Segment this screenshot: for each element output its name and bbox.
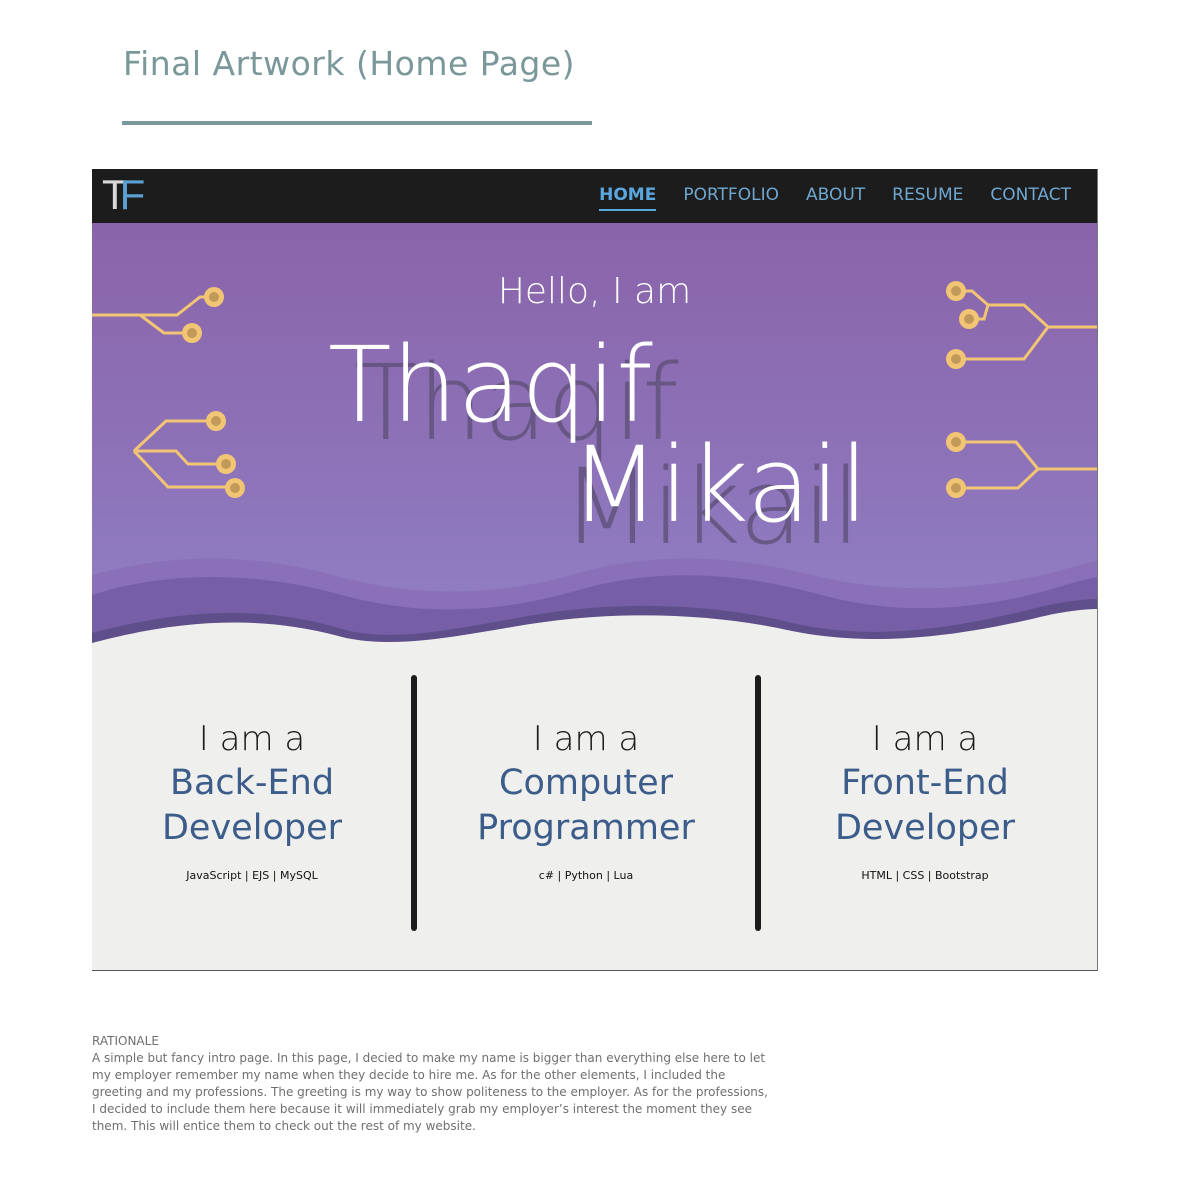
- logo-letter-t: T: [102, 171, 128, 218]
- nav-resume[interactable]: RESUME: [892, 185, 963, 211]
- heading-underline: [122, 121, 592, 125]
- role-prefix: I am a: [198, 719, 306, 759]
- last-name: Mikail: [570, 424, 869, 546]
- nav-home[interactable]: HOME: [599, 185, 657, 211]
- role-tech-stack: c# | Python | Lua: [538, 869, 634, 882]
- role-computer-programmer: I am a Computer Programmer c# | Python |…: [436, 717, 736, 882]
- column-divider: [411, 675, 417, 931]
- site-logo[interactable]: TF: [102, 171, 146, 218]
- nav-menu: HOME PORTFOLIO ABOUT RESUME CONTACT: [599, 185, 1071, 211]
- nav-contact[interactable]: CONTACT: [990, 185, 1071, 211]
- navbar: TF HOME PORTFOLIO ABOUT RESUME CONTACT: [92, 169, 1097, 223]
- role-title-line2: Developer: [834, 808, 1015, 848]
- logo-letter-f: F: [119, 171, 146, 218]
- role-tech-stack: JavaScript | EJS | MySQL: [186, 869, 318, 882]
- page-heading: Final Artwork (Home Page): [123, 44, 576, 83]
- hero-greeting: Hello, I am: [497, 271, 692, 312]
- role-title-line2: Programmer: [477, 808, 695, 848]
- nav-portfolio[interactable]: PORTFOLIO: [683, 185, 779, 211]
- nav-about[interactable]: ABOUT: [806, 185, 865, 211]
- rationale-title: RATIONALE: [92, 1034, 159, 1048]
- rationale-section: RATIONALE A simple but fancy intro page.…: [92, 1033, 772, 1135]
- first-name: Thaqif: [328, 324, 653, 446]
- role-prefix: I am a: [532, 719, 640, 759]
- rationale-text: A simple but fancy intro page. In this p…: [92, 1051, 768, 1133]
- role-title-line1: Front-End: [841, 763, 1009, 803]
- homepage-mockup: TF HOME PORTFOLIO ABOUT RESUME CONTACT H…: [92, 169, 1098, 971]
- role-title-line1: Computer: [499, 763, 673, 803]
- role-tech-stack: HTML | CSS | Bootstrap: [861, 869, 989, 882]
- role-title-line2: Developer: [161, 808, 342, 848]
- wave-divider: [92, 558, 1097, 643]
- role-back-end: I am a Back-End Developer JavaScript | E…: [102, 717, 402, 882]
- role-title-line1: Back-End: [169, 763, 335, 803]
- column-divider: [755, 675, 761, 931]
- role-front-end: I am a Front-End Developer HTML | CSS | …: [775, 717, 1075, 882]
- role-prefix: I am a: [871, 719, 979, 759]
